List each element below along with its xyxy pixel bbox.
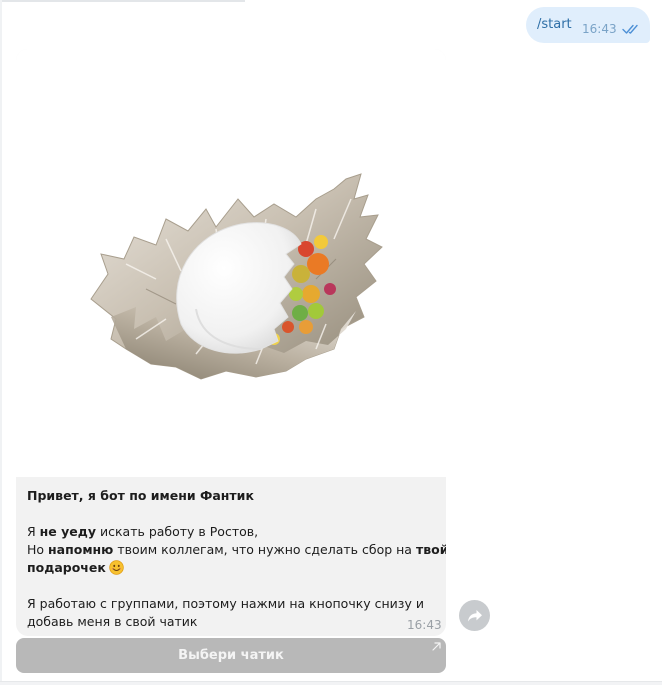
line2-part-c: твоим коллегам, что нужно сделать сбор н… xyxy=(113,542,416,557)
candy-wrapper-image xyxy=(90,173,383,380)
message-title: Привет, я бот по имени Фантик xyxy=(27,488,254,503)
line4: Я работаю с группами, поэтому нажми на к… xyxy=(27,596,424,611)
message-text: Привет, я бот по имени Фантик Я не уеду … xyxy=(27,487,446,631)
select-chat-button[interactable]: Выбери чатик xyxy=(16,638,446,673)
line2-bold: напомню xyxy=(48,542,114,557)
chat-area: /start 16:43 Привет, я бот по имени Фант… xyxy=(0,0,662,685)
forward-button[interactable] xyxy=(459,600,490,631)
candy-photo[interactable] xyxy=(16,49,446,477)
bottom-divider xyxy=(0,681,662,685)
outgoing-message-text: /start xyxy=(537,17,572,32)
line3-bold: подарочек xyxy=(27,560,106,575)
double-check-icon xyxy=(622,24,638,34)
external-arrow-icon xyxy=(432,642,441,651)
line2-bold-end: твой xyxy=(415,542,446,557)
smile-emoji-icon xyxy=(109,560,124,575)
left-divider xyxy=(0,0,2,685)
line5: добавь меня в свой чатик xyxy=(27,614,198,629)
line2-part-a: Но xyxy=(27,542,49,557)
incoming-message[interactable]: Привет, я бот по имени Фантик Я не уеду … xyxy=(16,49,446,636)
top-divider xyxy=(0,0,245,2)
line1-part-c: искать работу в Ростов, xyxy=(96,524,259,539)
share-arrow-icon xyxy=(467,609,482,621)
line1-bold: не уеду xyxy=(39,524,97,539)
select-chat-button-label: Выбери чатик xyxy=(178,648,284,663)
outgoing-message[interactable]: /start 16:43 xyxy=(526,7,650,43)
outgoing-message-time: 16:43 xyxy=(582,22,617,36)
incoming-message-time: 16:43 xyxy=(407,618,442,632)
line1-part-a: Я xyxy=(27,524,40,539)
